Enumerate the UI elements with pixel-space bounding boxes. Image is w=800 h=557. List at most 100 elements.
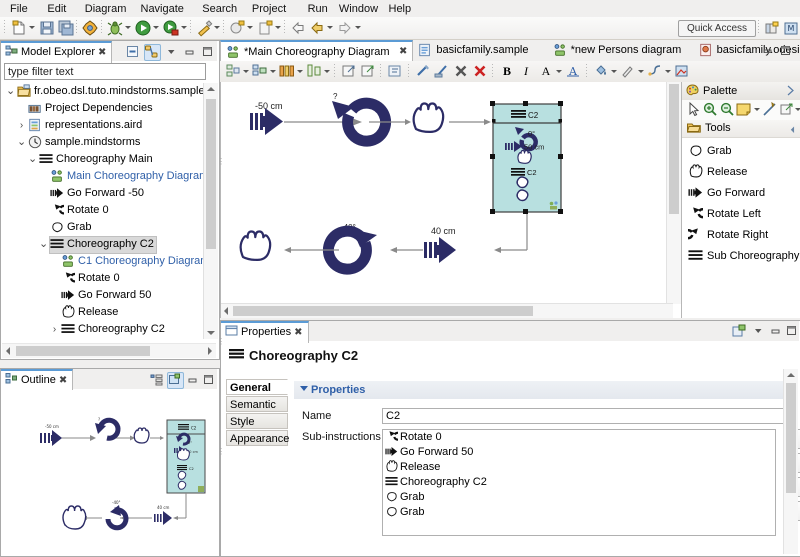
minimize-icon[interactable] bbox=[761, 44, 774, 57]
sub-instruction-item[interactable]: Go Forward 50 bbox=[383, 445, 775, 460]
sub-instruction-item[interactable]: Grab bbox=[383, 490, 775, 505]
sash-handle[interactable]: ⋮ bbox=[217, 158, 225, 166]
save-icon[interactable] bbox=[38, 19, 56, 37]
arrange-dropdown-arrow[interactable] bbox=[270, 70, 276, 73]
new-java-class-icon[interactable] bbox=[228, 19, 246, 37]
run-icon[interactable] bbox=[134, 19, 152, 37]
editor-tab[interactable]: basicfamily.sample bbox=[413, 40, 555, 61]
scroll-left-arrow[interactable] bbox=[224, 307, 228, 315]
run-dropdown-arrow[interactable] bbox=[153, 26, 159, 29]
export-diagram-icon[interactable] bbox=[340, 62, 358, 80]
tree-vertical-scrollbar[interactable] bbox=[203, 83, 218, 339]
delete-semantic-icon[interactable] bbox=[471, 62, 489, 80]
tree-horizontal-scrollbar[interactable] bbox=[2, 343, 216, 358]
tree-item[interactable]: ⌄ Choreography Main bbox=[2, 151, 216, 168]
note-attachment-icon[interactable] bbox=[762, 101, 778, 117]
properties-tab-style[interactable]: Style bbox=[226, 413, 288, 429]
align-icon[interactable] bbox=[224, 62, 242, 80]
fill-color-dropdown-arrow[interactable] bbox=[611, 70, 617, 73]
line-color-icon[interactable] bbox=[619, 62, 637, 80]
tree-item[interactable]: C1 Choreography Diagram bbox=[2, 253, 216, 270]
line-style-dropdown-arrow[interactable] bbox=[665, 70, 671, 73]
quick-access-input[interactable]: Quick Access bbox=[678, 20, 756, 37]
minimize-icon[interactable] bbox=[182, 44, 199, 61]
chevron-down-icon[interactable]: ⌄ bbox=[28, 151, 37, 168]
new-icon[interactable] bbox=[10, 19, 28, 37]
tree-item[interactable]: Go Forward 50 bbox=[2, 287, 216, 304]
sub-instruction-item[interactable]: Grab bbox=[383, 505, 775, 520]
reset-style-icon[interactable] bbox=[673, 62, 691, 80]
diagram-canvas[interactable]: -50 cm ? C2 0° 50 cm C2 40 cm -40° bbox=[221, 82, 673, 304]
back-dropdown-arrow[interactable] bbox=[327, 26, 333, 29]
modeling-perspective-icon[interactable]: M bbox=[782, 19, 800, 37]
menu-item-run[interactable]: Run bbox=[304, 2, 332, 16]
sub-instruction-item[interactable]: Choreography C2 bbox=[383, 475, 775, 490]
scroll-thumb[interactable] bbox=[669, 84, 679, 214]
close-icon[interactable]: ✖ bbox=[294, 327, 302, 338]
align-dropdown-arrow[interactable] bbox=[243, 70, 249, 73]
search-dropdown-arrow[interactable] bbox=[214, 26, 220, 29]
bold-icon[interactable]: B bbox=[498, 62, 516, 80]
tree-item[interactable]: ⌄ Choreography C2 bbox=[2, 236, 216, 254]
line-color-dropdown-arrow[interactable] bbox=[638, 70, 644, 73]
minimize-icon[interactable] bbox=[768, 323, 785, 340]
new-java-package-icon[interactable] bbox=[256, 19, 274, 37]
scroll-up-arrow[interactable] bbox=[207, 87, 215, 91]
canvas-vertical-scrollbar[interactable] bbox=[666, 82, 681, 304]
coverage-icon[interactable] bbox=[162, 19, 180, 37]
open-perspective-icon[interactable] bbox=[763, 19, 781, 37]
resize-dropdown-arrow[interactable] bbox=[324, 70, 330, 73]
new-java-package-dropdown-arrow[interactable] bbox=[275, 26, 281, 29]
sub-instruction-item[interactable]: Rotate 0 bbox=[383, 430, 775, 445]
zoom-in-icon[interactable] bbox=[702, 101, 719, 118]
italic-icon[interactable]: I bbox=[517, 62, 535, 80]
sash-handle[interactable]: ⋮ bbox=[217, 448, 225, 456]
close-icon[interactable]: ✖ bbox=[98, 47, 106, 58]
note-link-dropdown-arrow[interactable] bbox=[795, 108, 800, 111]
menu-item-file[interactable]: File bbox=[6, 2, 32, 16]
menu-item-window[interactable]: Window bbox=[335, 2, 382, 16]
close-icon[interactable]: ✖ bbox=[59, 375, 67, 386]
font-color-icon[interactable]: A bbox=[537, 62, 555, 80]
tree-item[interactable]: ⌄ fr.obeo.dsl.tuto.mindstorms.sample bbox=[2, 83, 216, 100]
sub-instruction-item[interactable]: Release bbox=[383, 460, 775, 475]
scroll-down-arrow[interactable] bbox=[207, 331, 215, 335]
close-icon[interactable]: ✖ bbox=[399, 42, 407, 62]
properties-vertical-scrollbar[interactable] bbox=[783, 369, 798, 554]
hide-label-icon[interactable] bbox=[433, 62, 451, 80]
pin-group-icon[interactable]: ⏴ bbox=[790, 122, 795, 139]
maximize-icon[interactable] bbox=[784, 323, 800, 340]
maximize-icon[interactable] bbox=[201, 372, 218, 389]
tree-item[interactable]: Go Forward -50 bbox=[2, 185, 216, 202]
back-history-icon[interactable] bbox=[308, 19, 326, 37]
tree-item[interactable]: › Choreography C2 bbox=[2, 321, 216, 338]
forward-dropdown-arrow[interactable] bbox=[355, 26, 361, 29]
font-color-dropdown-arrow[interactable] bbox=[556, 70, 562, 73]
distribute-icon[interactable] bbox=[278, 62, 296, 80]
sash-handle[interactable]: ⋮ bbox=[217, 338, 225, 346]
scroll-thumb[interactable] bbox=[16, 346, 150, 356]
debug-dropdown-arrow[interactable] bbox=[125, 26, 131, 29]
outline-tree-icon[interactable] bbox=[149, 372, 166, 389]
distribute-dropdown-arrow[interactable] bbox=[297, 70, 303, 73]
maximize-icon[interactable] bbox=[779, 44, 792, 57]
outline-thumbnail[interactable]: -50 cm ? C2 0° 50 cm C2 40 cm -40° bbox=[2, 390, 216, 553]
arrange-icon[interactable] bbox=[251, 62, 269, 80]
zoom-out-icon[interactable] bbox=[719, 101, 736, 118]
sub-instructions-list[interactable]: Rotate 0 Go Forward 50 Release Choreography… bbox=[382, 429, 776, 536]
menu-item-help[interactable]: Help bbox=[385, 2, 416, 16]
menu-item-navigate[interactable]: Navigate bbox=[137, 2, 188, 16]
coverage-dropdown-arrow[interactable] bbox=[181, 26, 187, 29]
pin-icon[interactable] bbox=[386, 62, 404, 80]
palette-group-tools[interactable]: Tools ⏴ bbox=[682, 120, 800, 138]
scroll-right-arrow[interactable] bbox=[208, 347, 212, 355]
tab-outline[interactable]: Outline ✖ bbox=[1, 369, 74, 391]
palette-collapse-icon[interactable] bbox=[786, 85, 795, 96]
maximize-icon[interactable] bbox=[200, 44, 217, 61]
editor-tab[interactable]: *new Persons diagram bbox=[548, 40, 702, 61]
menu-item-diagram[interactable]: Diagram bbox=[81, 2, 131, 16]
new-dropdown-arrow[interactable] bbox=[29, 26, 35, 29]
properties-tab-general[interactable]: General bbox=[226, 379, 288, 395]
link-with-editor-icon[interactable] bbox=[144, 44, 161, 61]
tree-item[interactable]: Project Dependencies bbox=[2, 100, 216, 117]
